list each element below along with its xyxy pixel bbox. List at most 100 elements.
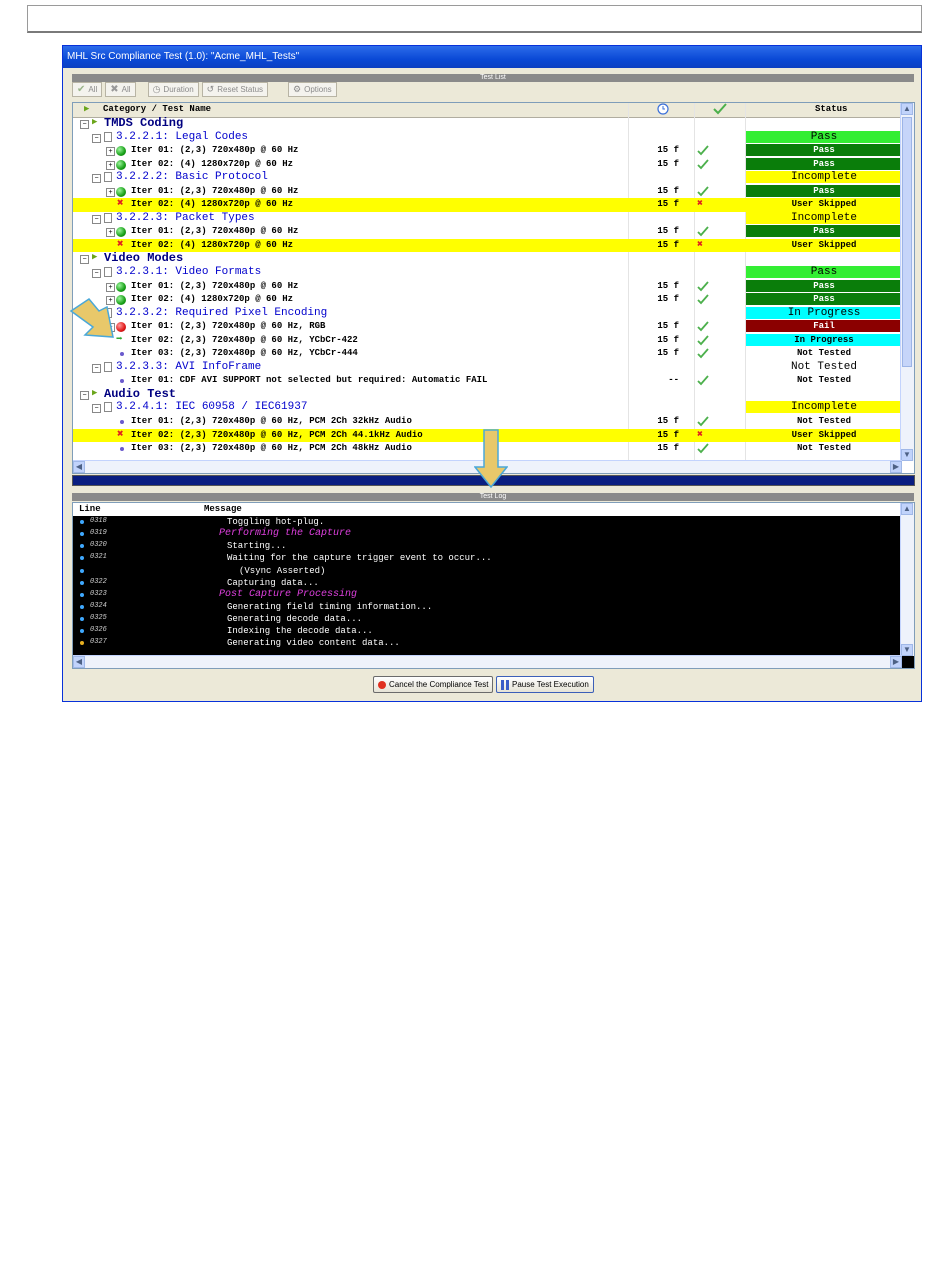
log-scroll-down-icon[interactable]: ▼: [901, 644, 913, 656]
checkmark-icon[interactable]: [697, 348, 709, 359]
expand-icon[interactable]: +: [106, 187, 115, 197]
duration-value: 15 f: [657, 443, 679, 454]
log-message: Capturing data...: [227, 577, 319, 588]
collapse-icon[interactable]: −: [92, 133, 101, 143]
options-button[interactable]: ⚙ Options: [288, 82, 337, 97]
checkmark-icon[interactable]: [697, 416, 709, 427]
test-name: Iter 02: (4) 1280x720p @ 60 Hz: [131, 158, 294, 169]
duration-button[interactable]: ◷ Duration: [147, 82, 199, 97]
collapse-icon[interactable]: −: [92, 174, 101, 184]
tree-test-row[interactable]: + Iter 02: (4) 1280x720p @ 60 Hz 15 f Pass: [73, 293, 902, 307]
gear-icon: ⚙: [293, 84, 302, 94]
collapse-icon[interactable]: −: [92, 363, 101, 373]
top-frame: [27, 5, 922, 33]
scroll-left-icon[interactable]: ◀: [73, 461, 85, 473]
unchecked-x-icon[interactable]: ✖: [697, 430, 709, 441]
log-horizontal-scrollbar[interactable]: ◀ ▶: [73, 655, 902, 668]
checkmark-icon[interactable]: [697, 443, 709, 454]
tree-test-row[interactable]: +Iter 01: (2,3) 720x480p @ 60 Hz, RGB15 …: [73, 320, 902, 334]
tree-category-row[interactable]: − ▶ Video Modes: [73, 252, 902, 266]
pass-orb-icon: [116, 186, 126, 197]
log-row: 0323 Post Capture Processing: [73, 589, 902, 601]
expand-icon[interactable]: +: [106, 160, 115, 170]
tree-test-row[interactable]: Iter 01: CDF AVI SUPPORT not selected bu…: [73, 374, 902, 388]
tree-group-row[interactable]: − 3.2.2.3: Packet Types Incomplete: [73, 211, 902, 226]
unchecked-x-icon[interactable]: ✖: [697, 199, 709, 210]
tree-test-row[interactable]: + Iter 02: (4) 1280x720p @ 60 Hz 15 f Pass: [73, 157, 902, 172]
log-header-line: Line: [79, 504, 101, 514]
log-message: Starting...: [227, 541, 287, 552]
tree-test-row[interactable]: ➡ Iter 02: (2,3) 720x480p @ 60 Hz, YCbCr-…: [73, 333, 902, 348]
tree-group-row[interactable]: − 3.2.2.1: Legal Codes Pass: [73, 130, 902, 145]
collapse-icon[interactable]: −: [80, 255, 89, 265]
status-badge: Pass: [746, 225, 902, 238]
check-header-icon: [713, 103, 727, 118]
collapse-icon[interactable]: −: [80, 120, 89, 129]
log-line-number: 0326: [90, 626, 107, 635]
status-badge: Pass: [746, 157, 902, 170]
log-line-number: 0327: [90, 638, 107, 647]
status-badge: Pass: [746, 184, 902, 197]
tree-test-row[interactable]: Iter 03: (2,3) 720x480p @ 60 Hz, YCbCr-4…: [73, 347, 902, 361]
down-arrow-icon: [474, 429, 508, 489]
expand-icon[interactable]: +: [106, 228, 115, 238]
unchecked-x-icon[interactable]: ✖: [697, 240, 709, 251]
scroll-down-icon[interactable]: ▼: [901, 449, 913, 461]
tree-rows: − ▶ TMDS Coding −3.2.2.1: Legal Codes Pass + I…: [73, 117, 902, 456]
tree-test-row[interactable]: + Iter 01: (2,3) 720x480p @ 60 Hz 15 f Pass: [73, 279, 902, 294]
tree-group-row[interactable]: − 3.2.3.1: Video Formats Pass: [73, 266, 902, 280]
scroll-up-icon[interactable]: ▲: [901, 103, 913, 115]
toolbar: ✔ All ✖ All ◷ Duration ↺ Reset Status ⚙ …: [72, 82, 337, 100]
tree-header: ▶ Category / Test Name Status: [73, 103, 902, 118]
checkmark-icon[interactable]: [697, 226, 709, 237]
scroll-right-icon[interactable]: ▶: [890, 461, 902, 473]
pause-execution-button[interactable]: Pause Test Execution: [496, 676, 594, 693]
collapse-icon[interactable]: −: [92, 214, 101, 224]
tree-test-row[interactable]: + Iter 01: (2,3) 720x480p @ 60 Hz 15 f Pass: [73, 225, 902, 239]
checkmark-icon[interactable]: [697, 335, 709, 346]
log-scroll-up-icon[interactable]: ▲: [901, 503, 913, 515]
collapse-icon[interactable]: −: [92, 269, 101, 279]
test-name: Iter 03: (2,3) 720x480p @ 60 Hz, YCbCr-4…: [131, 348, 358, 359]
check-all-button[interactable]: ✔ All: [72, 82, 103, 97]
tree-vertical-scrollbar[interactable]: ▲ ▼: [900, 103, 914, 461]
checkmark-icon[interactable]: [697, 321, 709, 332]
log-line-number: 0325: [90, 614, 107, 623]
checkmark-icon[interactable]: [697, 375, 709, 386]
options-label: Options: [304, 85, 332, 94]
test-name: 3.2.3.2: Required Pixel Encoding: [116, 306, 328, 319]
tree-test-row[interactable]: Iter 01: (2,3) 720x480p @ 60 Hz, PCM 2Ch…: [73, 415, 902, 429]
tree-group-row[interactable]: − 3.2.2.2: Basic Protocol Incomplete: [73, 171, 902, 185]
collapse-icon[interactable]: −: [92, 404, 101, 414]
test-name: Iter 01: (2,3) 720x480p @ 60 Hz: [131, 280, 299, 291]
collapse-icon[interactable]: −: [80, 390, 89, 400]
tree-test-row[interactable]: + Iter 01: (2,3) 720x480p @ 60 Hz 15 f Pass: [73, 144, 902, 158]
test-name: 3.2.3.3: AVI InfoFrame: [116, 360, 262, 373]
tree-group-row[interactable]: −3.2.3.2: Required Pixel EncodingIn Prog…: [73, 306, 902, 321]
tree-group-row[interactable]: − 3.2.4.1: IEC 60958 / IEC61937 Incomplete: [73, 401, 902, 415]
reset-status-button[interactable]: ↺ Reset Status: [201, 82, 269, 97]
pause-execution-label: Pause Test Execution: [512, 680, 589, 689]
document-icon: [104, 361, 112, 372]
expand-icon[interactable]: +: [106, 282, 115, 292]
checkmark-icon[interactable]: [697, 280, 709, 292]
tree-test-row[interactable]: ✖ Iter 02: (4) 1280x720p @ 60 Hz 15 f ✖ User…: [73, 238, 902, 253]
duration-value: 15 f: [657, 185, 679, 196]
tree-category-row[interactable]: − ▶ TMDS Coding: [73, 117, 902, 131]
cancel-test-button[interactable]: Cancel the Compliance Test: [373, 676, 494, 693]
log-scroll-right-icon[interactable]: ▶: [890, 656, 902, 668]
checkmark-icon[interactable]: [697, 186, 709, 197]
log-vertical-scrollbar[interactable]: ▲ ▼: [900, 503, 914, 656]
tree-category-row[interactable]: − ▶ Audio Test: [73, 387, 902, 402]
tree-test-row[interactable]: ✖ Iter 02: (4) 1280x720p @ 60 Hz 15 f ✖ User…: [73, 198, 902, 212]
checkmark-icon[interactable]: [697, 159, 709, 170]
expand-icon[interactable]: +: [106, 147, 115, 157]
skip-x-icon: ✖: [117, 428, 124, 441]
checkmark-icon[interactable]: [697, 145, 709, 156]
uncheck-all-button[interactable]: ✖ All: [105, 82, 136, 97]
checkmark-icon[interactable]: [697, 294, 709, 305]
tree-test-row[interactable]: + Iter 01: (2,3) 720x480p @ 60 Hz 15 f Pass: [73, 184, 902, 199]
log-scroll-left-icon[interactable]: ◀: [73, 656, 85, 668]
scroll-thumb[interactable]: [902, 117, 912, 367]
tree-group-row[interactable]: − 3.2.3.3: AVI InfoFrame Not Tested: [73, 361, 902, 375]
